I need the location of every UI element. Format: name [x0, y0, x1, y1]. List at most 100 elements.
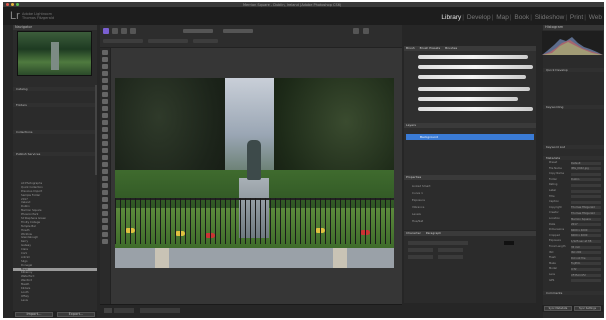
module-web[interactable]: Web	[589, 14, 602, 21]
tool-icon[interactable]	[102, 64, 108, 69]
histogram-header[interactable]: Histogram	[543, 25, 604, 30]
metadata-value[interactable]: 2017	[571, 223, 601, 227]
folder-row[interactable]: Laois	[13, 299, 97, 303]
metadata-value[interactable]: 1/125 sec at f/8	[571, 239, 601, 243]
brush-stroke-1[interactable]	[418, 55, 528, 59]
tracking-field[interactable]	[408, 255, 433, 259]
font-family-field[interactable]	[408, 241, 468, 245]
close-window-button[interactable]	[6, 3, 9, 6]
metadata-value[interactable]: Default	[571, 161, 601, 165]
metadata-value[interactable]: Thomas Fitzgerald	[571, 211, 601, 215]
module-print[interactable]: Print	[570, 14, 583, 21]
metadata-value[interactable]: XF35mmF2	[571, 273, 601, 277]
metadata-value[interactable]: ISO 200	[571, 251, 601, 255]
opacity-field[interactable]	[183, 29, 213, 33]
tool-icon[interactable]	[102, 85, 108, 90]
tool-icon[interactable]	[102, 232, 108, 237]
properties-row[interactable]: Linked Smart	[412, 184, 430, 188]
module-book[interactable]: Book	[514, 14, 529, 21]
tool-icon[interactable]	[102, 99, 108, 104]
font-size-field[interactable]	[408, 248, 433, 252]
tab-document-2[interactable]	[148, 39, 188, 43]
brush-stroke-2[interactable]	[418, 65, 533, 69]
tool-icon[interactable]	[102, 113, 108, 118]
metadata-header[interactable]: Metadata	[543, 156, 604, 160]
tab-document[interactable]	[103, 39, 143, 43]
tool-icon[interactable]	[102, 162, 108, 167]
tool-icon[interactable]	[102, 141, 108, 146]
pressure-icon[interactable]	[353, 28, 359, 34]
tool-icon[interactable]	[102, 92, 108, 97]
tab-document-3[interactable]	[193, 39, 218, 43]
metadata-value[interactable]: Merrion Square	[571, 217, 601, 221]
tab-character[interactable]: Character	[406, 231, 421, 235]
tool-icon[interactable]	[102, 71, 108, 76]
airbrush-icon[interactable]	[363, 28, 369, 34]
tool-preset-icon[interactable]	[103, 28, 109, 34]
metadata-value[interactable]	[571, 183, 601, 187]
module-develop[interactable]: Develop	[467, 14, 491, 21]
tool-icon[interactable]	[102, 169, 108, 174]
tool-icon[interactable]	[102, 183, 108, 188]
kerning-field[interactable]	[438, 255, 463, 259]
tool-icon[interactable]	[102, 190, 108, 195]
sync-settings-button[interactable]: Sync Settings	[574, 306, 601, 311]
properties-row[interactable]: Exposure	[412, 198, 425, 202]
tool-icon[interactable]	[102, 218, 108, 223]
brush-settings-icon[interactable]	[121, 28, 127, 34]
timeline-bar[interactable]	[140, 308, 180, 313]
zoom-field[interactable]	[104, 308, 112, 313]
properties-header[interactable]: Properties	[404, 175, 536, 180]
brush-stroke-3[interactable]	[418, 75, 526, 79]
tool-icon[interactable]	[102, 50, 108, 55]
tool-icon[interactable]	[102, 204, 108, 209]
tool-icon[interactable]	[102, 176, 108, 181]
tool-icon[interactable]	[102, 57, 108, 62]
tab-brushes[interactable]: Brushes	[445, 46, 457, 50]
tool-icon[interactable]	[102, 148, 108, 153]
brush-size-icon[interactable]	[112, 28, 118, 34]
publish-panel-header[interactable]: Publish Services	[13, 152, 97, 156]
metadata-value[interactable]: Fujifilm	[571, 262, 601, 266]
layer-row-selected[interactable]: Background	[406, 134, 534, 140]
folders-panel-header[interactable]: Folders	[13, 103, 97, 107]
metadata-value[interactable]: X-T2	[571, 267, 601, 271]
metadata-value[interactable]	[571, 279, 601, 283]
collections-panel-header[interactable]: Collections	[13, 130, 97, 134]
document-canvas[interactable]	[111, 48, 402, 304]
brush-stroke-6[interactable]	[418, 107, 533, 111]
module-map[interactable]: Map	[496, 14, 509, 21]
tool-icon[interactable]	[102, 211, 108, 216]
metadata-value[interactable]	[571, 189, 601, 193]
module-slideshow[interactable]: Slideshow	[535, 14, 565, 21]
import-button[interactable]: Import...	[15, 312, 53, 317]
properties-row[interactable]: Hue/Sat	[412, 219, 423, 223]
tab-brush[interactable]: Brush	[406, 46, 415, 50]
metadata-value[interactable]	[571, 172, 601, 176]
metadata-value[interactable]: Thomas Fitzgerald	[571, 206, 601, 210]
metadata-value[interactable]	[571, 200, 601, 204]
tool-icon[interactable]	[102, 225, 108, 230]
catalog-panel-header[interactable]: Catalog	[13, 87, 97, 91]
properties-row[interactable]: Curve 1	[412, 191, 423, 195]
mode-icon[interactable]	[130, 28, 136, 34]
metadata-value[interactable]: 6000 x 4000	[571, 228, 601, 232]
tool-icon[interactable]	[102, 120, 108, 125]
maximize-window-button[interactable]	[16, 3, 19, 6]
flow-field[interactable]	[223, 29, 253, 33]
tool-icon[interactable]	[102, 155, 108, 160]
tool-icon[interactable]	[102, 127, 108, 132]
navigator-thumbnail[interactable]	[17, 31, 92, 76]
tool-icon[interactable]	[102, 134, 108, 139]
tool-icon[interactable]	[102, 197, 108, 202]
metadata-value[interactable]: 6000 x 4000	[571, 234, 601, 238]
export-button[interactable]: Export...	[57, 312, 95, 317]
brush-stroke-4[interactable]	[418, 87, 530, 91]
navigator-header[interactable]: Navigator	[13, 25, 97, 30]
tab-paragraph[interactable]: Paragraph	[426, 231, 441, 235]
quick-develop-header[interactable]: Quick Develop	[543, 68, 604, 72]
keyword-list-header[interactable]: Keyword List	[543, 145, 604, 149]
tool-icon[interactable]	[102, 239, 108, 244]
tool-icon[interactable]	[102, 106, 108, 111]
left-scrollbar[interactable]	[95, 85, 97, 175]
